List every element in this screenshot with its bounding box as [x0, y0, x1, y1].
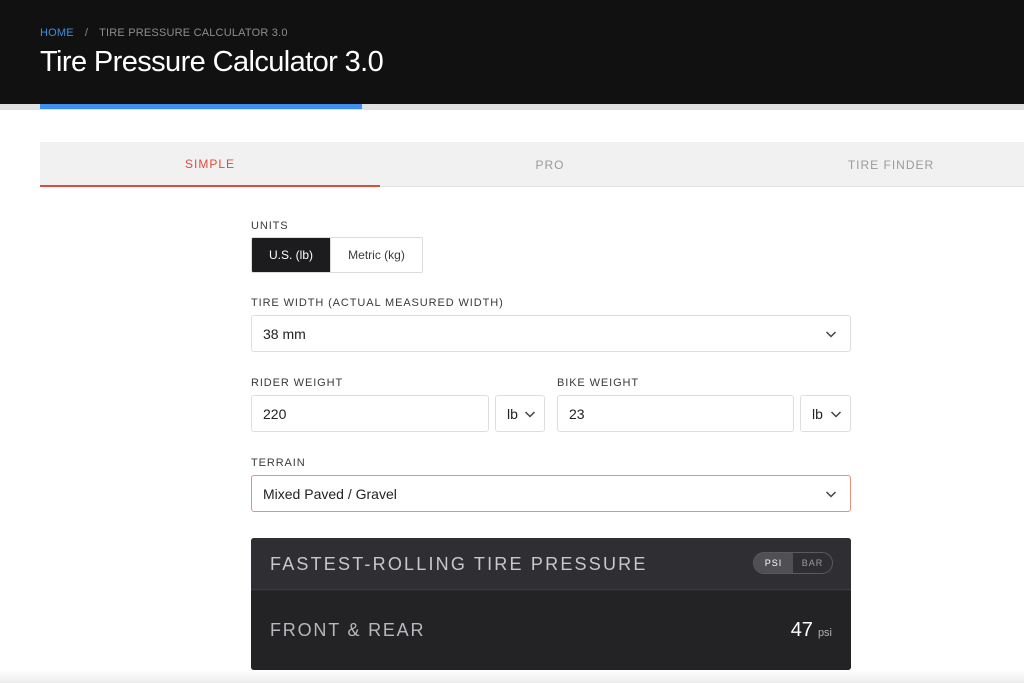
page-title: Tire Pressure Calculator 3.0 — [40, 46, 384, 78]
tire-width-label: TIRE WIDTH (ACTUAL MEASURED WIDTH) — [251, 297, 504, 309]
result-row: FRONT & REAR 47 psi — [251, 591, 851, 670]
terrain-select[interactable]: Mixed Paved / Gravel — [251, 475, 851, 512]
chevron-down-icon — [524, 411, 536, 418]
rider-weight-input[interactable] — [251, 395, 489, 432]
bar-toggle-button[interactable]: BAR — [793, 553, 832, 573]
result-title: FASTEST-ROLLING TIRE PRESSURE — [270, 554, 648, 574]
bike-weight-input[interactable] — [557, 395, 794, 432]
breadcrumb-separator: / — [84, 27, 89, 39]
terrain-label: TERRAIN — [251, 457, 306, 469]
pressure-value: 47 — [790, 619, 813, 641]
result-card: FASTEST-ROLLING TIRE PRESSURE PSI BAR FR… — [251, 538, 851, 670]
breadcrumb-home-link[interactable]: HOME — [40, 27, 74, 39]
chevron-down-icon — [830, 411, 842, 418]
bike-weight-unit: lb — [812, 405, 823, 422]
rider-weight-label: RIDER WEIGHT — [251, 377, 344, 389]
page-header: HOME / TIRE PRESSURE CALCULATOR 3.0 Tire… — [0, 0, 1024, 104]
tab-pro[interactable]: PRO — [380, 142, 720, 187]
tab-tire-finder[interactable]: TIRE FINDER — [720, 142, 1024, 187]
result-value: 47 psi — [791, 619, 832, 642]
calculator-tabs: SIMPLE PRO TIRE FINDER — [40, 142, 1024, 187]
bike-weight-unit-select[interactable]: lb — [800, 395, 851, 432]
result-header: FASTEST-ROLLING TIRE PRESSURE PSI BAR — [251, 538, 851, 590]
rider-weight-unit-select[interactable]: lb — [495, 395, 545, 432]
page-bottom-edge — [0, 670, 1024, 683]
chevron-down-icon — [825, 331, 837, 338]
tire-width-value: 38 mm — [263, 325, 306, 342]
units-label: UNITS — [251, 220, 289, 232]
units-metric-button[interactable]: Metric (kg) — [330, 238, 422, 272]
bike-weight-label: BIKE WEIGHT — [557, 377, 640, 389]
breadcrumb-current: TIRE PRESSURE CALCULATOR 3.0 — [99, 27, 288, 39]
tab-simple[interactable]: SIMPLE — [40, 142, 380, 187]
pressure-unit: psi — [817, 627, 832, 639]
psi-toggle-button[interactable]: PSI — [754, 553, 793, 573]
result-row-label: FRONT & REAR — [270, 620, 426, 640]
terrain-value: Mixed Paved / Gravel — [263, 485, 397, 502]
units-us-button[interactable]: U.S. (lb) — [252, 238, 330, 272]
breadcrumb: HOME / TIRE PRESSURE CALCULATOR 3.0 — [40, 27, 288, 39]
tire-width-select[interactable]: 38 mm — [251, 315, 851, 352]
chevron-down-icon — [825, 491, 837, 498]
pressure-unit-toggle: PSI BAR — [753, 552, 833, 574]
units-toggle: U.S. (lb) Metric (kg) — [251, 237, 423, 273]
header-progress-bar — [40, 104, 362, 109]
rider-weight-unit: lb — [507, 405, 518, 422]
